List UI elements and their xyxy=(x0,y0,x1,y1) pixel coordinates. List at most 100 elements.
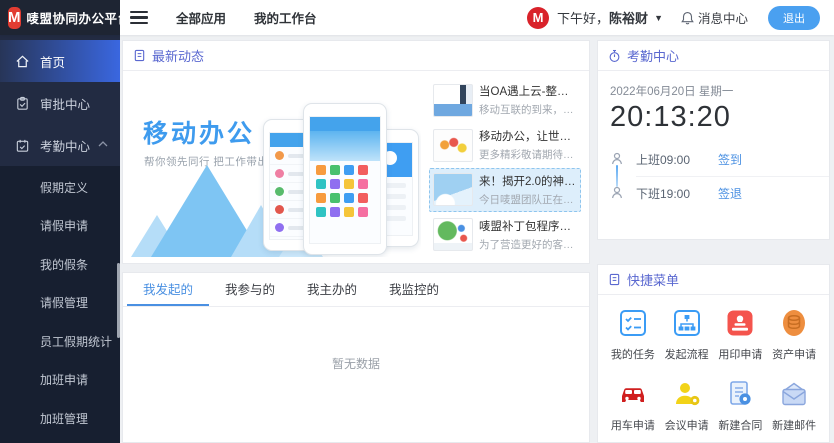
quick-item-label: 用印申请 xyxy=(718,346,762,362)
quick-item-start-flow[interactable]: 发起流程 xyxy=(660,308,714,362)
app-title: 唛盟协同办公平台 xyxy=(27,8,131,27)
news-subtitle: 移动互联的到来，让OA与云 xyxy=(479,102,577,117)
username: 陈裕财 xyxy=(609,11,648,26)
news-item[interactable]: 移动办公，让世界触手可更多精彩敬请期待…… xyxy=(429,123,581,168)
person-icon xyxy=(610,152,624,166)
attendance-header: 考勤中心 xyxy=(598,41,829,71)
quick-item-label: 新建合同 xyxy=(718,417,762,433)
start-flow-icon xyxy=(672,308,702,338)
header-right: M 下午好，陈裕财 ▼ 消息中心 退出 xyxy=(527,6,834,30)
check-in-label: 上班09:00 xyxy=(636,151,704,168)
news-subtitle: 今日唛盟团队正在加班加点， xyxy=(479,192,577,207)
sidebar-item-leave-request[interactable]: 请假申请 xyxy=(0,207,120,246)
user-greeting[interactable]: 下午好，陈裕财 xyxy=(557,8,648,27)
nav-all-apps[interactable]: 全部应用 xyxy=(176,8,226,27)
latest-news-panel: 最新动态 移动办公 帮你领先同行 把工作带出办公室 xyxy=(122,40,590,264)
tab-initiated-by-me[interactable]: 我发起的 xyxy=(127,273,209,306)
quick-item-my-tasks[interactable]: 我的任务 xyxy=(606,308,660,362)
avatar-letter: M xyxy=(533,10,544,25)
quick-item-asset-request[interactable]: 资产申请 xyxy=(767,308,821,362)
quick-item-car-request[interactable]: 用车申请 xyxy=(606,379,660,433)
check-in-row: 上班09:00 签到 xyxy=(610,142,817,176)
tab-monitored-by-me[interactable]: 我监控的 xyxy=(373,273,455,306)
quick-item-label: 我的任务 xyxy=(611,346,655,362)
panel-title: 快捷菜单 xyxy=(627,270,679,289)
message-center-label: 消息中心 xyxy=(698,8,748,27)
meeting-request-icon xyxy=(672,379,702,409)
sidebar-item-holiday-definition[interactable]: 假期定义 xyxy=(0,168,120,207)
news-thumbnail xyxy=(433,173,473,206)
sidebar-item-employee-holiday-stats[interactable]: 员工假期统计 xyxy=(0,322,120,361)
my-tasks-icon xyxy=(618,308,648,338)
quick-item-meeting-request[interactable]: 会议申请 xyxy=(660,379,714,433)
chevron-up-icon xyxy=(98,141,108,147)
sidebar-item-label: 首页 xyxy=(40,52,65,71)
top-nav: 全部应用 我的工作台 xyxy=(176,8,317,27)
news-thumbnail xyxy=(433,129,473,162)
news-item-selected[interactable]: 来！揭开2.0的神秘面纱- 今日唛盟团队正在加班加点， xyxy=(429,168,581,213)
quick-item-label: 发起流程 xyxy=(665,346,709,362)
attendance-date: 2022年06月20日 星期一 xyxy=(610,83,817,99)
quick-item-label: 会议申请 xyxy=(665,417,709,433)
menu-toggle-icon[interactable] xyxy=(130,8,148,28)
news-thumbnail xyxy=(433,84,473,117)
new-mail-icon xyxy=(779,379,809,409)
approval-icon xyxy=(15,96,30,111)
sidebar-item-label: 审批中心 xyxy=(40,94,90,113)
quick-item-seal-request[interactable]: 用印申请 xyxy=(714,308,768,362)
car-request-icon xyxy=(618,379,648,409)
document-icon xyxy=(608,273,621,286)
news-item[interactable]: 当OA遇上云-整个协同OA 移动互联的到来，让OA与云 xyxy=(429,78,581,123)
quick-menu-grid: 我的任务 发起流程 用印申请 资产申请 用车申请 会议申请 新建合同 新建邮件 xyxy=(598,295,829,433)
sidebar-scrollbar[interactable] xyxy=(117,263,120,338)
app-logo: M xyxy=(8,7,21,29)
home-icon xyxy=(15,54,30,69)
sidebar-item-home[interactable]: 首页 xyxy=(0,40,120,82)
news-subtitle: 为了营造更好的客户体验，唛 xyxy=(479,237,577,252)
news-title: 唛盟补丁包程序更新 xyxy=(479,218,577,234)
quick-menu-panel: 快捷菜单 我的任务 发起流程 用印申请 资产申请 用车申请 会议申请 新建合 xyxy=(597,264,830,443)
sidebar-item-my-leave-notes[interactable]: 我的假条 xyxy=(0,245,120,284)
news-title: 当OA遇上云-整个协同OA xyxy=(479,83,577,99)
sidebar-item-leave-management[interactable]: 请假管理 xyxy=(0,284,120,323)
attendance-rows: 上班09:00 签到 下班19:00 签退 xyxy=(610,142,817,210)
quick-item-label: 资产申请 xyxy=(772,346,816,362)
sidebar-item-overtime-request[interactable]: 加班申请 xyxy=(0,361,120,400)
nav-my-workbench[interactable]: 我的工作台 xyxy=(254,8,317,27)
check-out-row: 下班19:00 签退 xyxy=(610,176,817,210)
app-logo-letter: M xyxy=(8,9,21,26)
attendance-panel: 考勤中心 2022年06月20日 星期一 20:13:20 上班09:00 签到… xyxy=(597,40,830,240)
panel-title: 最新动态 xyxy=(152,46,204,65)
sidebar-item-attendance-center[interactable]: 考勤中心 xyxy=(0,124,120,166)
sidebar: 首页 审批中心 考勤中心 假期定义 请假申请 我的假条 请假管理 员工假期统计 … xyxy=(0,35,120,443)
latest-news-header: 最新动态 xyxy=(123,41,589,71)
news-title: 移动办公，让世界触手可 xyxy=(479,128,577,144)
tasks-tabs: 我发起的 我参与的 我主办的 我监控的 xyxy=(123,273,589,307)
quick-item-label: 用车申请 xyxy=(611,417,655,433)
my-tasks-panel: 我发起的 我参与的 我主办的 我监控的 暂无数据 xyxy=(122,272,590,443)
quick-menu-header: 快捷菜单 xyxy=(598,265,829,295)
tab-participated-by-me[interactable]: 我参与的 xyxy=(209,273,291,306)
check-in-link[interactable]: 签到 xyxy=(718,151,742,168)
tab-hosted-by-me[interactable]: 我主办的 xyxy=(291,273,373,306)
sidebar-item-approval-center[interactable]: 审批中心 xyxy=(0,82,120,124)
new-contract-icon xyxy=(725,379,755,409)
news-title: 来！揭开2.0的神秘面纱- xyxy=(479,173,577,189)
banner-illustration: 移动办公 帮你领先同行 把工作带出办公室 xyxy=(131,78,421,257)
check-out-link[interactable]: 签退 xyxy=(718,185,742,202)
quick-item-new-mail[interactable]: 新建邮件 xyxy=(767,379,821,433)
sidebar-item-overtime-management[interactable]: 加班管理 xyxy=(0,399,120,438)
message-center[interactable]: 消息中心 xyxy=(681,8,748,27)
logout-button[interactable]: 退出 xyxy=(768,6,820,30)
asset-request-icon xyxy=(779,308,809,338)
bell-icon xyxy=(681,11,694,25)
avatar[interactable]: M xyxy=(527,7,549,29)
document-icon xyxy=(133,49,146,62)
news-item[interactable]: 唛盟补丁包程序更新为了营造更好的客户体验，唛 xyxy=(429,212,581,257)
greeting-text: 下午好， xyxy=(557,11,609,26)
seal-request-icon xyxy=(725,308,755,338)
quick-item-new-contract[interactable]: 新建合同 xyxy=(714,379,768,433)
news-subtitle: 更多精彩敬请期待…… xyxy=(479,147,577,162)
brand: M 唛盟协同办公平台 xyxy=(0,0,120,35)
chevron-down-icon[interactable]: ▼ xyxy=(654,13,663,23)
